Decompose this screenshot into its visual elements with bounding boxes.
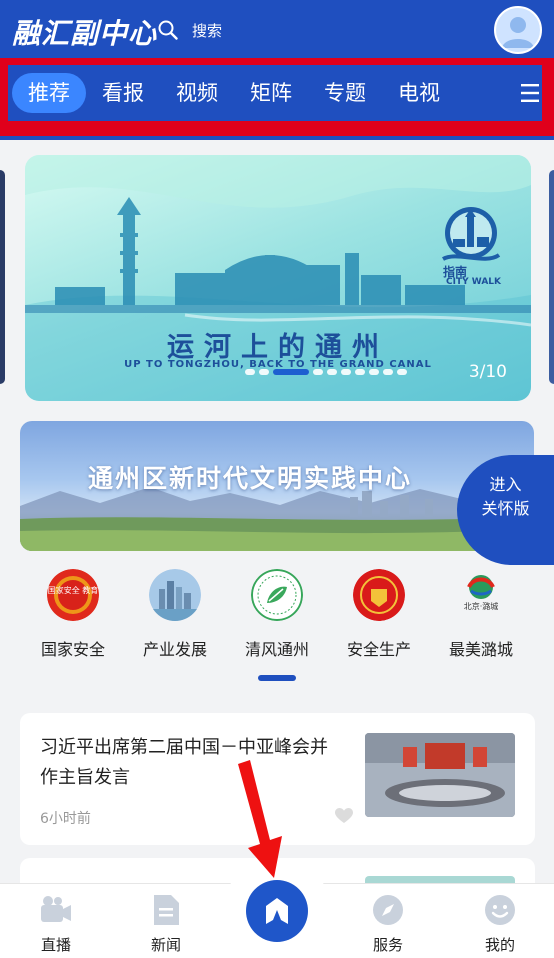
tab-recommend[interactable]: 推荐	[12, 73, 86, 113]
search-label: 搜索	[192, 21, 223, 40]
search-bar[interactable]: 搜索	[158, 16, 222, 44]
channel-tabs: 推荐 看报 视频 矩阵 专题 电视	[8, 65, 542, 121]
tab-matrix[interactable]: 矩阵	[234, 73, 308, 113]
quick-link-label: 产业发展	[142, 640, 207, 659]
tab-topic[interactable]: 专题	[308, 73, 382, 113]
quick-link-clean-wind[interactable]: 清风通州	[222, 569, 332, 660]
news-time: 6小时前	[40, 811, 91, 827]
prev-slide-peek[interactable]	[0, 170, 5, 384]
carousel-dot[interactable]	[313, 369, 323, 375]
search-icon	[158, 20, 178, 40]
home-button[interactable]	[246, 880, 308, 942]
annotation-arrow	[238, 760, 282, 878]
news-title: 习近平出席第二届中国－中亚峰会并作主旨发言	[40, 737, 328, 788]
quick-link-label: 安全生产	[346, 640, 411, 659]
carousel-dot[interactable]	[341, 369, 351, 375]
industry-icon	[149, 569, 201, 621]
carousel-banner[interactable]: 指南 CITY WALK 运河上的通州 UP TO TONGZHOU, BACK…	[25, 155, 531, 401]
news-document-icon	[154, 895, 179, 925]
badge-text: 国家安全 教育	[48, 585, 99, 595]
care-line1: 进入	[489, 475, 522, 494]
quick-link-label: 清风通州	[244, 640, 309, 659]
quick-link-label: 最美潞城	[448, 640, 513, 659]
menu-icon[interactable]	[520, 79, 540, 107]
nav-mine[interactable]: 我的	[460, 884, 540, 955]
tab-video[interactable]: 视频	[160, 73, 234, 113]
next-slide-peek[interactable]	[549, 170, 554, 384]
nav-label: 服务	[372, 936, 403, 954]
carousel-dot[interactable]	[355, 369, 365, 375]
carousel-dot[interactable]	[245, 369, 255, 375]
nav-label: 我的	[484, 936, 515, 954]
quick-links-pager	[258, 675, 296, 681]
nav-live[interactable]: 直播	[16, 884, 96, 955]
home-icon	[266, 898, 288, 924]
carousel-dot[interactable]	[369, 369, 379, 375]
carousel-dot[interactable]	[383, 369, 393, 375]
citywalk-en-label: CITY WALK	[446, 277, 501, 287]
safety-production-icon	[353, 569, 405, 621]
quick-link-industry[interactable]: 产业发展	[120, 569, 230, 660]
lucheng-icon: 北京·潞城	[455, 569, 507, 621]
badge-text: 北京·潞城	[464, 601, 499, 611]
carousel-dot[interactable]	[397, 369, 407, 375]
quick-link-national-security[interactable]: 国家安全 教育 国家安全	[18, 569, 128, 660]
national-security-icon: 国家安全 教育	[47, 569, 99, 621]
live-camera-icon	[41, 896, 71, 922]
carousel-dot[interactable]	[327, 369, 337, 375]
carousel-dot-active[interactable]	[273, 369, 309, 375]
tab-tv[interactable]: 电视	[382, 73, 456, 113]
quick-link-safety[interactable]: 安全生产	[324, 569, 434, 660]
user-avatar[interactable]	[494, 6, 542, 54]
care-line2: 关怀版	[481, 499, 530, 518]
news-thumbnail	[365, 733, 515, 817]
quick-link-lucheng[interactable]: 北京·潞城 最美潞城	[426, 569, 536, 660]
nav-service[interactable]: 服务	[348, 884, 428, 955]
app-logo: 融汇副中心	[12, 17, 158, 50]
slide-counter: 3/10	[468, 362, 507, 382]
tab-newspaper[interactable]: 看报	[86, 73, 160, 113]
nav-news[interactable]: 新闻	[126, 884, 206, 955]
quick-link-label: 国家安全	[40, 640, 105, 659]
nav-label: 新闻	[150, 936, 181, 954]
civilization-title: 通州区新时代文明实践中心	[87, 464, 412, 493]
smile-icon	[485, 895, 515, 925]
heart-icon[interactable]	[335, 808, 353, 824]
carousel-dots	[245, 369, 407, 375]
compass-icon	[373, 895, 403, 925]
clean-wind-icon	[251, 569, 303, 621]
carousel-dot[interactable]	[259, 369, 269, 375]
nav-label: 直播	[40, 936, 71, 954]
quick-links: 国家安全 教育 国家安全 产业发展 清风通州 安全生产 北京·潞城 最美潞城	[0, 569, 554, 669]
